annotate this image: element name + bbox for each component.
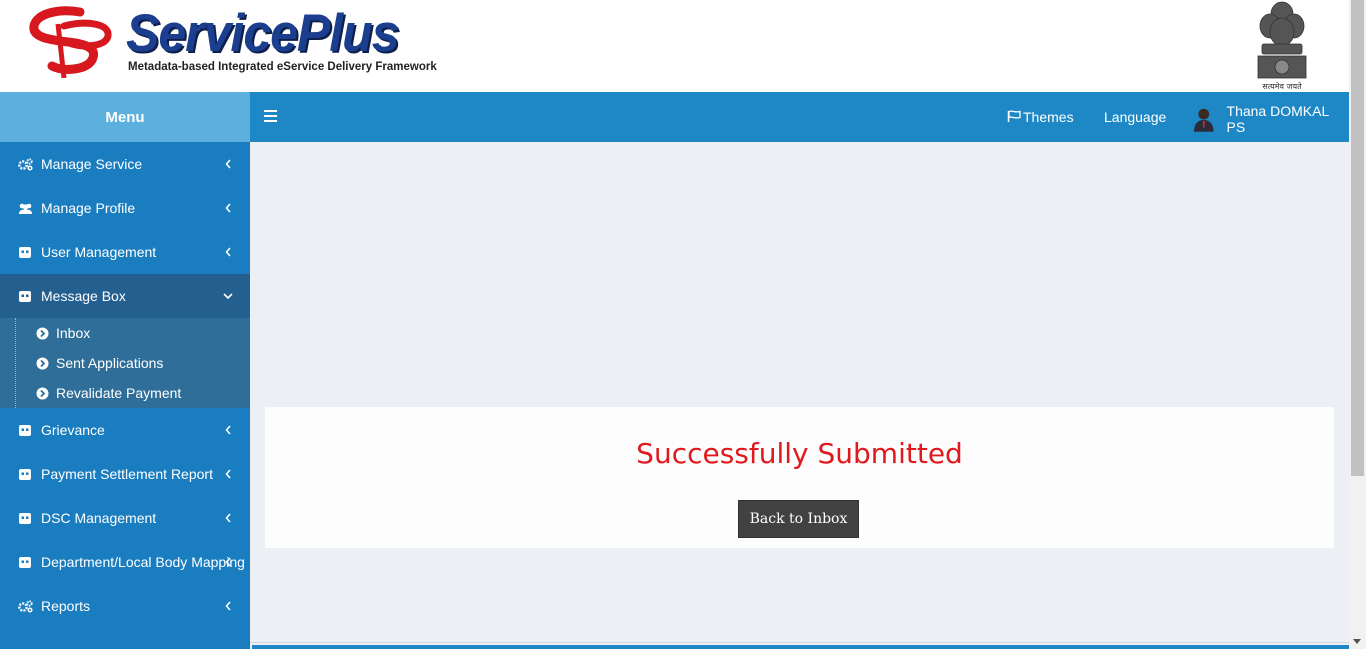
card-icon <box>19 468 31 480</box>
sidebar-item-message-box[interactable]: Message Box <box>0 274 250 318</box>
success-message: Successfully Submitted <box>636 437 963 470</box>
chevron-left-icon <box>225 159 231 169</box>
themes-menu[interactable]: Themes <box>1007 109 1074 125</box>
sidebar-item-payment-settlement-report[interactable]: Payment Settlement Report <box>0 452 250 496</box>
footer-bar <box>252 645 1349 649</box>
serviceplus-logo-icon <box>29 6 112 78</box>
submenu-item-sent-applications[interactable]: Sent Applications <box>0 348 250 378</box>
sidebar-item-reports[interactable]: Reports <box>0 584 250 628</box>
themes-label: Themes <box>1023 109 1074 125</box>
chevron-down-icon <box>223 293 233 300</box>
flag-icon <box>1007 110 1021 122</box>
gears-icon <box>18 157 33 171</box>
circle-arrow-right-icon <box>36 327 49 339</box>
gears-icon <box>18 599 33 613</box>
card-icon <box>19 290 31 302</box>
top-navbar: Themes Language Thana DOMKAL PS <box>250 92 1349 142</box>
card-icon <box>19 424 31 436</box>
sidebar-item-label: Department/Local Body Mapping <box>41 554 245 570</box>
language-menu[interactable]: Language <box>1104 109 1166 125</box>
sidebar-toggle-button[interactable] <box>264 110 277 122</box>
chevron-left-icon <box>225 425 231 435</box>
page-header: ServicePlus Metadata-based Integrated eS… <box>0 0 1349 92</box>
sidebar-item-manage-profile[interactable]: Manage Profile <box>0 186 250 230</box>
sidebar-item-manage-service[interactable]: Manage Service <box>0 142 250 186</box>
page-scrollbar[interactable] <box>1349 0 1366 649</box>
sidebar-item-label: Reports <box>41 598 91 614</box>
user-menu[interactable]: Thana DOMKAL PS <box>1191 103 1349 135</box>
app-tagline: Metadata-based Integrated eService Deliv… <box>128 61 437 73</box>
back-to-inbox-button[interactable]: Back to Inbox <box>738 500 859 538</box>
chevron-left-icon <box>225 557 231 567</box>
submenu-item-label: Sent Applications <box>56 355 164 371</box>
card-icon <box>19 512 31 524</box>
submenu-item-label: Inbox <box>56 325 91 341</box>
user-name: Thana DOMKAL PS <box>1226 103 1329 135</box>
sidebar-item-dsc-management[interactable]: DSC Management <box>0 496 250 540</box>
submission-result-panel: Successfully Submitted Back to Inbox <box>265 407 1334 548</box>
users-icon <box>19 203 32 214</box>
card-icon <box>19 556 31 568</box>
scrollbar-thumb[interactable] <box>1351 0 1364 476</box>
avatar <box>1193 108 1214 132</box>
sidebar: Manage Service Manage Profile User Manag… <box>0 142 250 649</box>
emblem-caption: सत्यमेव जयते <box>1262 81 1302 91</box>
app-title: ServicePlus <box>126 3 400 63</box>
card-icon <box>19 246 31 258</box>
chevron-left-icon <box>225 203 231 213</box>
menu-header: Menu <box>0 92 250 142</box>
sidebar-item-label: Grievance <box>41 422 105 438</box>
scroll-down-arrow-icon[interactable] <box>1353 639 1361 644</box>
chevron-left-icon <box>225 247 231 257</box>
sidebar-item-label: User Management <box>41 244 157 260</box>
sidebar-item-label: Manage Service <box>41 156 143 172</box>
chevron-left-icon <box>225 601 231 611</box>
sidebar-item-department-local-body-mapping[interactable]: Department/Local Body Mapping <box>0 540 250 584</box>
submenu-item-label: Revalidate Payment <box>56 385 182 401</box>
main-content: Successfully Submitted Back to Inbox <box>250 142 1349 642</box>
sidebar-item-label: Payment Settlement Report <box>41 466 213 482</box>
sidebar-item-label: Manage Profile <box>41 200 136 216</box>
sidebar-item-user-management[interactable]: User Management <box>0 230 250 274</box>
circle-arrow-right-icon <box>36 357 49 369</box>
submenu-item-revalidate-payment[interactable]: Revalidate Payment <box>0 378 250 408</box>
circle-arrow-right-icon <box>36 387 49 399</box>
sidebar-item-label: Message Box <box>41 288 126 304</box>
hamburger-icon <box>264 110 277 112</box>
national-emblem-icon: सत्यमेव जयते <box>1257 1 1307 91</box>
chevron-left-icon <box>225 469 231 479</box>
sidebar-item-grievance[interactable]: Grievance <box>0 408 250 452</box>
message-box-submenu: Inbox Sent Applications Revalidate Payme… <box>0 318 250 408</box>
chevron-left-icon <box>225 513 231 523</box>
sidebar-item-label: DSC Management <box>41 510 157 526</box>
submenu-item-inbox[interactable]: Inbox <box>0 318 250 348</box>
